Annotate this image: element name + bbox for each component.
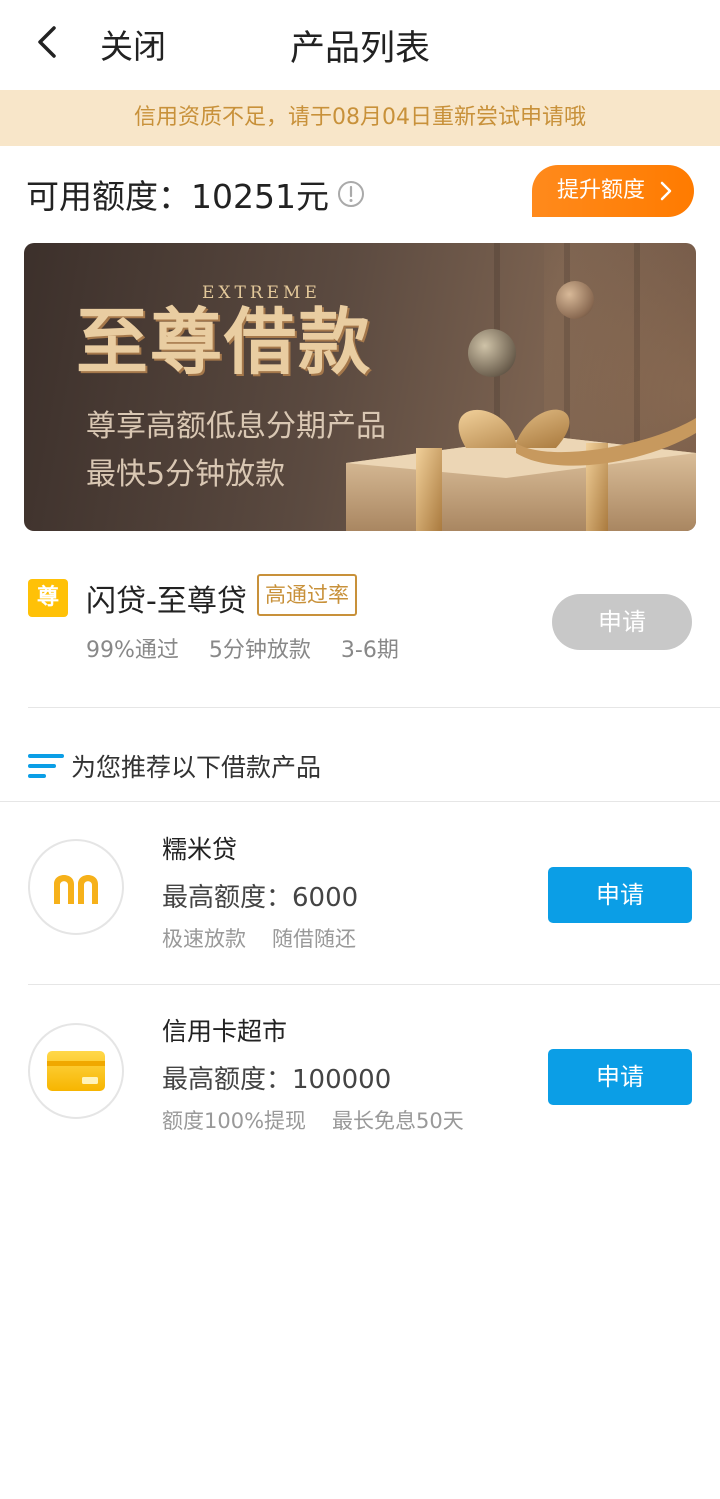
page-title-text: 产品列表 bbox=[289, 29, 430, 69]
product-name: 信用卡超市 bbox=[162, 1017, 288, 1046]
installment-terms: 3-6期 bbox=[340, 638, 399, 663]
info-icon[interactable] bbox=[337, 180, 365, 208]
product-tag: 极速放款 bbox=[162, 927, 246, 951]
featured-apply-button[interactable]: 申请 bbox=[552, 594, 692, 650]
credit-notice-banner: 信用资质不足，请于08月04日重新尝试申请哦 bbox=[0, 90, 720, 146]
max-limit: 最高额度：100000 bbox=[162, 1065, 392, 1095]
gift-box-icon bbox=[346, 409, 696, 531]
top-bar: 关闭 产品列表 bbox=[0, 0, 720, 90]
chevron-right-icon bbox=[660, 181, 672, 201]
list-item[interactable]: 信用卡超市 最高额度：100000 额度100%提现 最长免息50天 申请 bbox=[0, 985, 720, 1165]
disbursement-time: 5分钟放款 bbox=[208, 638, 311, 663]
apply-button[interactable]: 申请 bbox=[548, 1049, 692, 1105]
max-limit: 最高额度：6000 bbox=[162, 883, 359, 913]
featured-product-name: 闪贷-至尊贷 bbox=[86, 584, 247, 619]
product-tag: 随借随还 bbox=[272, 927, 356, 951]
quota-label: 可用额度：10251元 bbox=[26, 177, 329, 216]
list-lines-icon bbox=[28, 754, 64, 778]
ornament-ball-icon bbox=[556, 281, 594, 319]
ornament-ball-icon bbox=[468, 329, 516, 377]
product-logo bbox=[28, 839, 124, 935]
product-tags: 额度100%提现 最长免息50天 bbox=[162, 1105, 464, 1135]
high-approval-tag: 高通过率 bbox=[257, 574, 357, 616]
approval-rate: 99%通过 bbox=[86, 638, 179, 663]
banner-subtitle: 尊享高额低息分期产品 bbox=[86, 409, 386, 444]
product-tag: 最长免息50天 bbox=[332, 1109, 464, 1133]
raise-quota-button[interactable]: 提升额度 bbox=[532, 165, 694, 217]
promo-banner[interactable]: 至尊借款 EXTREME 尊享高额低息分期产品 最快5分钟放款 bbox=[24, 243, 696, 531]
featured-product-meta: 99%通过 5分钟放款 3-6期 bbox=[86, 632, 399, 664]
apply-button[interactable]: 申请 bbox=[548, 867, 692, 923]
available-quota: 可用额度：10251元 bbox=[26, 170, 365, 218]
banner-tag: EXTREME bbox=[202, 283, 321, 303]
nuomi-logo-icon bbox=[54, 875, 98, 904]
product-name: 糯米贷 bbox=[162, 835, 238, 864]
raise-quota-label: 提升额度 bbox=[557, 178, 646, 203]
recommend-title-text: 为您推荐以下借款产品 bbox=[71, 753, 322, 782]
list-item[interactable]: 糯米贷 最高额度：6000 极速放款 随借随还 申请 bbox=[0, 802, 720, 982]
credit-card-icon bbox=[47, 1051, 105, 1091]
product-logo bbox=[28, 1023, 124, 1119]
product-tags: 极速放款 随借随还 bbox=[162, 923, 356, 953]
product-tag: 额度100%提现 bbox=[162, 1109, 307, 1133]
banner-subtitle: 最快5分钟放款 bbox=[86, 457, 286, 492]
recommend-section-title: 为您推荐以下借款产品 bbox=[28, 748, 321, 784]
divider bbox=[28, 707, 720, 708]
premium-badge-icon: 尊 bbox=[28, 579, 68, 617]
page-title: 产品列表 bbox=[0, 20, 720, 71]
